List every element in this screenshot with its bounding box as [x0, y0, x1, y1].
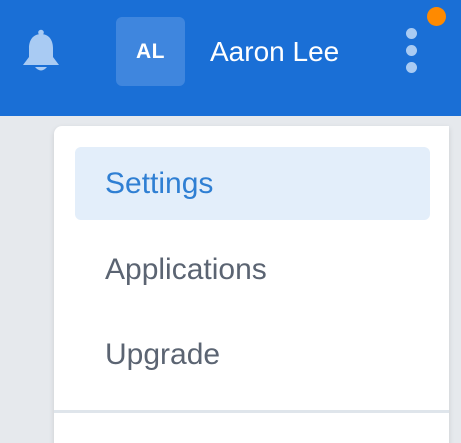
menu-divider: [54, 410, 449, 413]
user-name[interactable]: Aaron Lee: [210, 34, 339, 70]
top-bar: AL Aaron Lee: [0, 0, 461, 116]
menu-item-settings[interactable]: Settings: [75, 147, 430, 220]
avatar-initials: AL: [136, 39, 165, 63]
more-vertical-icon[interactable]: [398, 26, 426, 76]
menu-item-applications[interactable]: Applications: [75, 233, 430, 306]
user-dropdown-menu: Settings Applications Upgrade: [54, 126, 449, 443]
bell-icon[interactable]: [19, 29, 63, 73]
avatar[interactable]: AL: [116, 17, 185, 86]
notification-dot: [427, 7, 446, 26]
menu-item-upgrade[interactable]: Upgrade: [75, 318, 430, 391]
